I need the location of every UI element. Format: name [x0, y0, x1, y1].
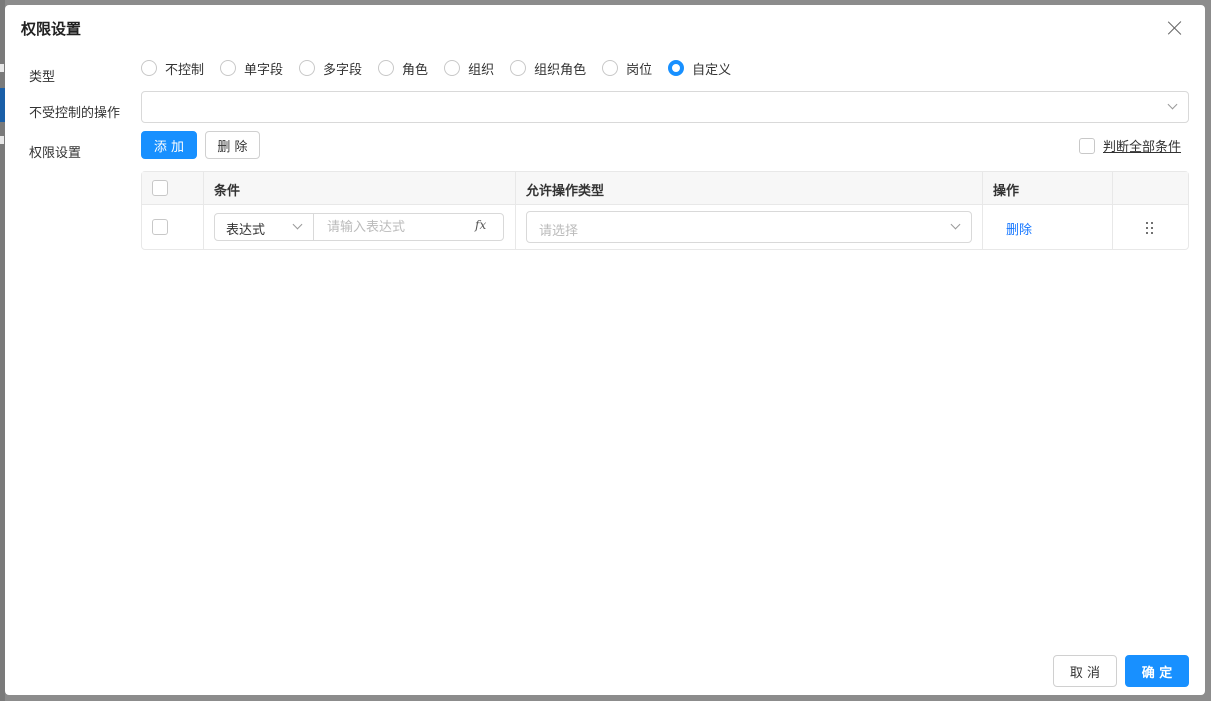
uncontrolled-ops-select[interactable]: [141, 91, 1189, 123]
header-allowed-op-type: 允许操作类型: [526, 184, 605, 199]
type-radio-group: 不控制 单字段 多字段 角色 组织 组织角色 岗位 自定义: [141, 59, 747, 78]
fx-label: fx: [475, 218, 487, 232]
radio-option-none[interactable]: 不控制: [141, 59, 204, 78]
radio-option-multi-field[interactable]: 多字段: [299, 59, 362, 78]
radio-circle: [141, 60, 157, 76]
column-divider: [203, 172, 204, 249]
check-all-checkbox[interactable]: [1079, 137, 1095, 154]
header-condition: 条件: [214, 184, 241, 199]
radio-option-post[interactable]: 岗位: [602, 59, 652, 78]
permission-dialog: 权限设置 类型 不控制 单字段 多字段 角色 组织 组织角色 岗位 自定义 不受…: [5, 5, 1205, 695]
radio-circle: [444, 60, 461, 76]
column-divider: [982, 172, 983, 249]
row-delete-link[interactable]: 删除: [1006, 219, 1032, 238]
radio-option-custom[interactable]: 自定义: [668, 59, 731, 78]
table-header: [142, 172, 1188, 205]
radio-option-org-role[interactable]: 组织角色: [510, 59, 586, 78]
type-label: 类型: [29, 70, 56, 85]
condition-type-select[interactable]: 表达式: [215, 214, 314, 240]
radio-circle: [378, 60, 395, 76]
background-mark: [0, 64, 4, 72]
conditions-table: 条件 允许操作类型 操作 表达式 fx 请选择 删除: [141, 171, 1189, 250]
chevron-down-icon: [292, 219, 303, 230]
uncontrolled-ops-label: 不受控制的操作: [29, 106, 121, 121]
radio-label: 多字段: [323, 62, 363, 78]
row-checkbox[interactable]: [152, 219, 168, 235]
expression-field: 表达式 fx: [214, 213, 504, 241]
radio-label: 自定义: [692, 62, 732, 78]
operation-type-select[interactable]: 请选择: [526, 211, 972, 243]
radio-option-role[interactable]: 角色: [378, 59, 428, 78]
radio-label: 组织: [468, 62, 495, 78]
check-all-conditions[interactable]: 判断全部条件: [1079, 136, 1181, 155]
radio-label: 不控制: [165, 62, 205, 78]
permission-settings-label: 权限设置: [29, 146, 82, 161]
radio-label: 单字段: [244, 62, 284, 78]
radio-circle: [510, 60, 527, 76]
drag-handle-icon[interactable]: [1146, 222, 1154, 234]
add-button[interactable]: 添 加: [141, 131, 197, 159]
column-divider: [515, 172, 516, 249]
function-fx-icon[interactable]: fx: [475, 218, 486, 232]
header-action: 操作: [993, 184, 1020, 199]
chevron-down-icon: [1167, 99, 1178, 110]
radio-option-org[interactable]: 组织: [444, 59, 494, 78]
radio-label: 角色: [402, 62, 429, 78]
chevron-down-icon: [950, 219, 961, 230]
radio-circle: [220, 60, 237, 76]
radio-option-single-field[interactable]: 单字段: [220, 59, 283, 78]
radio-circle: [602, 60, 619, 76]
radio-circle: [299, 60, 316, 76]
confirm-button[interactable]: 确 定: [1125, 655, 1189, 687]
radio-circle-checked: [668, 60, 685, 76]
check-all-label: 判断全部条件: [1103, 140, 1182, 155]
condition-type-value: 表达式: [226, 223, 266, 238]
radio-label: 组织角色: [534, 62, 587, 78]
radio-label: 岗位: [626, 62, 653, 78]
background-mark: [0, 136, 4, 144]
select-all-rows-checkbox[interactable]: [152, 180, 168, 196]
operation-type-placeholder: 请选择: [539, 224, 579, 239]
delete-button[interactable]: 删 除: [205, 131, 260, 159]
expression-input[interactable]: [315, 214, 475, 240]
column-divider: [1112, 172, 1113, 249]
cancel-button[interactable]: 取 消: [1053, 655, 1117, 687]
close-icon[interactable]: [1166, 19, 1184, 37]
dialog-title: 权限设置: [21, 20, 82, 38]
